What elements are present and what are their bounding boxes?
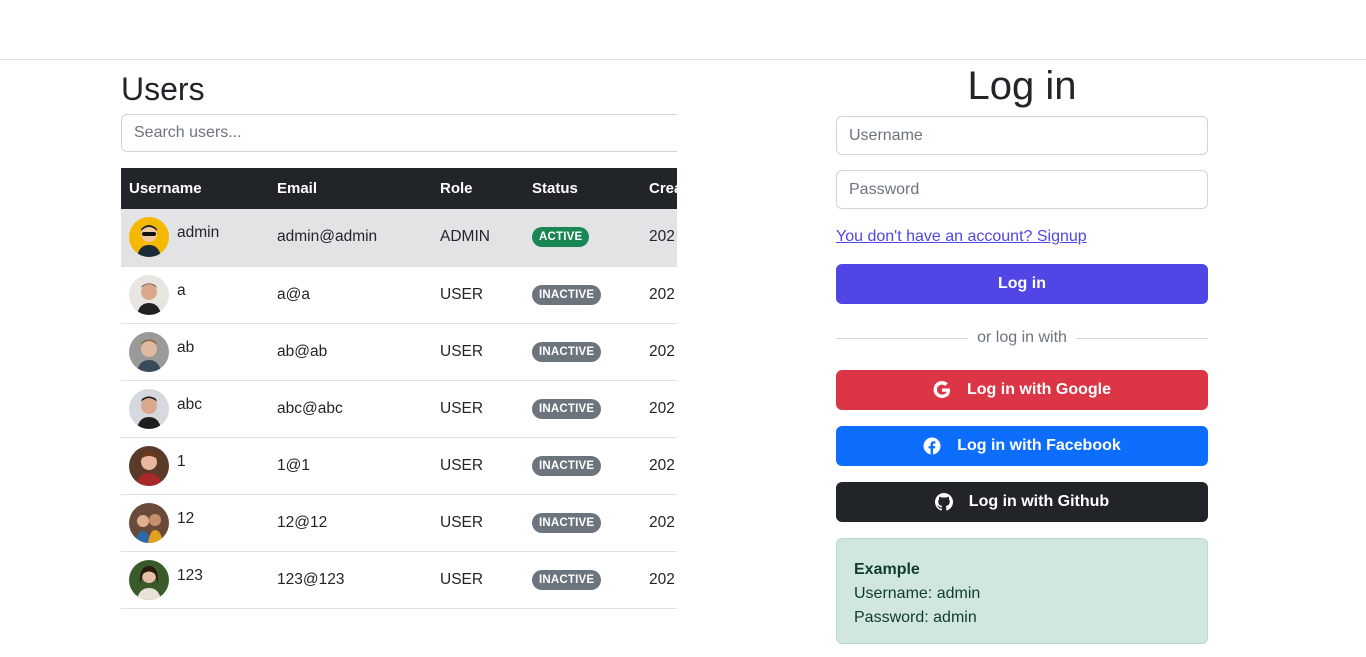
- google-login-button[interactable]: Log in with Google: [836, 370, 1208, 410]
- github-login-button[interactable]: Log in with Github: [836, 482, 1208, 522]
- github-login-label: Log in with Github: [968, 493, 1110, 510]
- column-header-username[interactable]: Username: [121, 168, 269, 209]
- created-cell: 202: [641, 323, 677, 381]
- table-row[interactable]: abc abc@abc USER INACTIVE 202: [121, 380, 677, 438]
- users-title: Users: [121, 71, 205, 107]
- role-cell: USER: [432, 551, 524, 609]
- email-cell: 123@123: [269, 551, 432, 609]
- username-text: 12: [177, 509, 195, 527]
- status-badge: INACTIVE: [532, 398, 602, 419]
- user-avatar: [129, 217, 169, 258]
- created-cell: 202: [641, 266, 677, 324]
- email-cell: admin@admin: [269, 209, 432, 267]
- column-header-status[interactable]: Status: [524, 168, 641, 209]
- github-icon: [934, 493, 953, 511]
- status-badge: INACTIVE: [532, 455, 602, 476]
- divider-line-right: [1075, 337, 1209, 339]
- users-table-header: Username Email Role Status Created: [121, 168, 677, 209]
- column-header-role[interactable]: Role: [432, 168, 524, 209]
- username-text: admin: [177, 224, 220, 242]
- table-row[interactable]: 123 123@123 USER INACTIVE 202: [121, 551, 677, 609]
- divider-text: or log in with: [977, 329, 1067, 346]
- search-users-input[interactable]: [121, 114, 677, 152]
- login-button[interactable]: Log in: [836, 264, 1208, 304]
- example-credentials-alert: Example Username: admin Password: admin: [836, 538, 1208, 644]
- status-badge: INACTIVE: [532, 284, 602, 305]
- example-title: Example: [854, 561, 920, 578]
- table-row[interactable]: 12 12@12 USER INACTIVE 202: [121, 494, 677, 552]
- created-cell: 202: [641, 494, 677, 552]
- created-cell: 202: [641, 551, 677, 609]
- status-badge: INACTIVE: [532, 569, 602, 590]
- divider-line-left: [836, 337, 969, 339]
- email-cell: 12@12: [269, 494, 432, 552]
- facebook-login-label: Log in with Facebook: [957, 437, 1121, 454]
- user-avatar: [129, 502, 169, 543]
- facebook-icon: [923, 437, 941, 455]
- table-row[interactable]: admin admin@admin ADMIN ACTIVE 202: [121, 209, 677, 267]
- created-cell: 202: [641, 209, 677, 267]
- email-cell: abc@abc: [269, 380, 432, 438]
- username-input[interactable]: [836, 116, 1208, 155]
- column-header-email[interactable]: Email: [269, 168, 432, 209]
- role-cell: USER: [432, 437, 524, 495]
- role-cell: USER: [432, 380, 524, 438]
- username-text: 1: [177, 452, 186, 470]
- user-avatar: [129, 274, 169, 315]
- example-password: Password: admin: [854, 609, 977, 626]
- username-text: 123: [177, 566, 203, 584]
- users-table: Username Email Role Status Created admin…: [121, 168, 677, 609]
- email-cell: ab@ab: [269, 323, 432, 381]
- status-badge: ACTIVE: [532, 227, 590, 248]
- table-row[interactable]: a a@a USER INACTIVE 202: [121, 266, 677, 324]
- created-cell: 202: [641, 437, 677, 495]
- created-cell: 202: [641, 380, 677, 438]
- role-cell: USER: [432, 323, 524, 381]
- signup-link[interactable]: You don't have an account? Signup: [836, 227, 1208, 247]
- email-cell: 1@1: [269, 437, 432, 495]
- table-row[interactable]: ab ab@ab USER INACTIVE 202: [121, 323, 677, 381]
- google-icon: [933, 381, 951, 399]
- role-cell: ADMIN: [432, 209, 524, 267]
- status-badge: INACTIVE: [532, 341, 602, 362]
- user-avatar: [129, 388, 169, 429]
- google-login-label: Log in with Google: [967, 381, 1111, 398]
- login-title: Log in: [967, 64, 1077, 108]
- user-avatar: [129, 331, 169, 372]
- users-panel: Users Username Email Role Status Created…: [121, 68, 677, 628]
- user-avatar: [129, 559, 169, 600]
- login-panel: Log in You don't have an account? Signup…: [836, 64, 1209, 644]
- role-cell: USER: [432, 266, 524, 324]
- example-username: Username: admin: [854, 585, 981, 602]
- user-avatar: [129, 445, 169, 486]
- email-cell: a@a: [269, 266, 432, 324]
- username-text: abc: [177, 395, 202, 413]
- table-row[interactable]: 1 1@1 USER INACTIVE 202: [121, 437, 677, 495]
- password-input[interactable]: [836, 170, 1208, 209]
- column-header-created[interactable]: Created: [641, 168, 677, 209]
- status-badge: INACTIVE: [532, 512, 602, 533]
- facebook-login-button[interactable]: Log in with Facebook: [836, 426, 1208, 466]
- role-cell: USER: [432, 494, 524, 552]
- divider: or log in with: [836, 326, 1209, 350]
- top-navbar: [0, 0, 1366, 60]
- username-text: ab: [177, 338, 195, 356]
- username-text: a: [177, 281, 186, 299]
